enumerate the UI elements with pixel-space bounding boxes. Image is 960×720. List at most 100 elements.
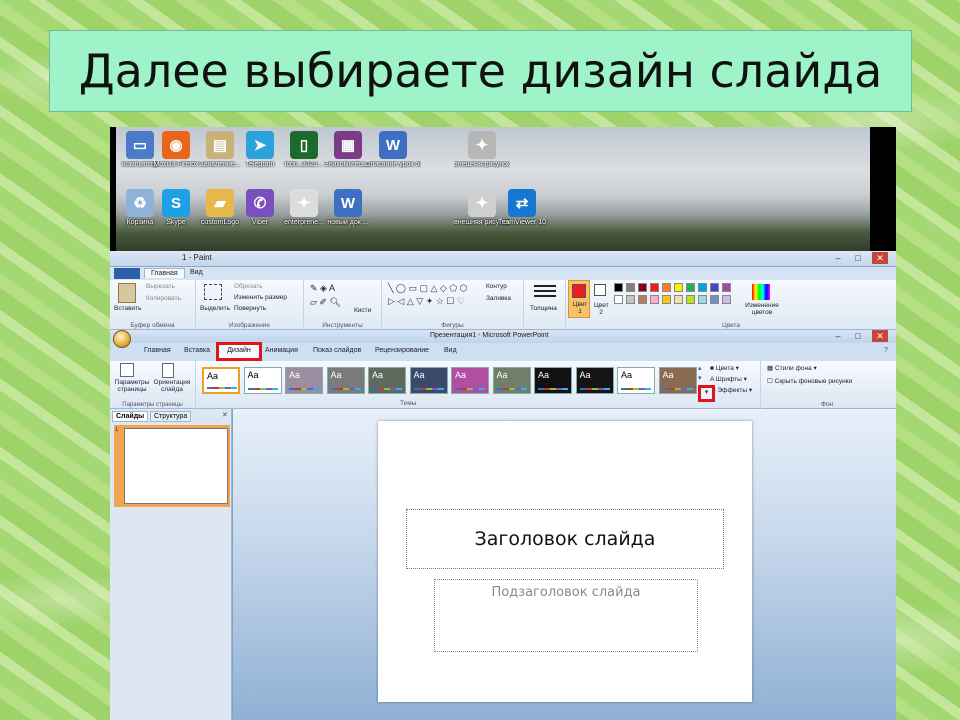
tab-review[interactable]: Рецензирование — [375, 347, 429, 354]
palette-swatch[interactable] — [614, 295, 623, 304]
desktop-icon[interactable]: ⇄ TeamViewer 10 — [494, 189, 550, 226]
rotate-button[interactable]: Повернуть — [234, 305, 266, 312]
tab-home[interactable]: Главная — [144, 347, 171, 354]
palette-swatch[interactable] — [674, 295, 683, 304]
help-icon[interactable]: ? — [884, 347, 888, 354]
paint-tab-home[interactable]: Главная — [144, 268, 185, 278]
effects-button[interactable]: ◉ Эффекты ▾ — [710, 386, 752, 394]
subtitle-placeholder-text: Подзаголовок слайда — [491, 585, 641, 600]
palette-swatch[interactable] — [650, 283, 659, 292]
desktop-icon[interactable]: W Описание урок обра... — [365, 131, 421, 168]
fill-button[interactable]: Заливка — [486, 295, 511, 302]
palette-swatch[interactable] — [614, 283, 623, 292]
subtitle-placeholder[interactable]: Подзаголовок слайда — [434, 579, 698, 652]
theme-thumbnail[interactable]: Aa — [368, 367, 406, 394]
colors-button[interactable]: ■ Цвета ▾ — [710, 364, 739, 372]
color1-button[interactable]: Цвет 1 — [568, 280, 590, 318]
colors-group: Цвет 1 Цвет 2 Изменение цветов Цвета — [566, 280, 896, 330]
slide-background: Далее выбираете дизайн слайда ▭ Компьютер… — [0, 0, 960, 720]
minimize-icon[interactable]: – — [830, 252, 846, 264]
desktop-icon[interactable]: Wновый док ... — [320, 189, 376, 226]
shapes-gallery-row2[interactable]: ▷ ◁ △ ▽ ✦ ☆ ☐ ♡ — [388, 296, 465, 307]
theme-thumbnail[interactable]: Aa — [202, 367, 240, 394]
shapes-gallery[interactable]: ╲ ◯ ▭ ▢ △ ◇ ⬠ ⬡ — [388, 283, 468, 294]
size-button[interactable]: Толщина — [530, 305, 557, 312]
tab-slideshow[interactable]: Показ слайдов — [313, 347, 361, 354]
pencil-icon[interactable]: ✎ ◈ A — [310, 283, 335, 294]
edit-colors-icon — [752, 284, 770, 300]
size-group: Толщина — [524, 280, 566, 330]
palette-swatch[interactable] — [722, 295, 731, 304]
close-pane-icon[interactable]: ✕ — [222, 411, 228, 419]
desktop-icon[interactable]: ✦ внешняя рисунок... — [454, 131, 510, 168]
scroll-down-icon[interactable]: ▾ — [698, 374, 702, 382]
tab-outline[interactable]: Структура — [150, 411, 192, 422]
palette-swatch[interactable] — [638, 295, 647, 304]
hide-background-checkbox[interactable]: ☐ Скрыть фоновые рисунки — [767, 377, 852, 385]
palette-swatch[interactable] — [662, 295, 671, 304]
theme-thumbnail[interactable]: Aa — [658, 367, 697, 394]
palette-swatch[interactable] — [686, 283, 695, 292]
maximize-icon[interactable]: □ — [850, 252, 866, 264]
palette-swatch[interactable] — [626, 283, 635, 292]
palette-swatch[interactable] — [626, 295, 635, 304]
palette-swatch[interactable] — [662, 283, 671, 292]
edit-colors-button[interactable]: Изменение цветов — [740, 302, 784, 316]
copy-button[interactable]: Копировать — [146, 295, 181, 302]
office-button[interactable] — [113, 330, 131, 348]
crop-button[interactable]: Обрезать — [234, 283, 263, 290]
palette-swatch[interactable] — [674, 283, 683, 292]
palette-swatch[interactable] — [650, 295, 659, 304]
title-placeholder[interactable]: Заголовок слайда — [406, 509, 724, 569]
minimize-icon[interactable]: – — [830, 330, 846, 342]
tab-slides[interactable]: Слайды — [112, 411, 149, 422]
close-icon[interactable]: ✕ — [872, 330, 888, 342]
tab-view[interactable]: Вид — [444, 347, 457, 354]
palette-swatch[interactable] — [722, 283, 731, 292]
paint-menu-button[interactable] — [114, 268, 140, 279]
eraser-icon[interactable]: ▱ ✐ 🔍︎ — [310, 297, 341, 308]
paste-button[interactable]: Вставить — [114, 305, 142, 312]
tab-insert[interactable]: Вставка — [184, 347, 210, 354]
scroll-up-icon[interactable]: ▴ — [698, 364, 702, 372]
theme-thumbnail[interactable]: Aa — [492, 367, 531, 394]
firefox-icon: ◉ — [162, 131, 190, 159]
palette-swatch[interactable] — [710, 283, 719, 292]
maximize-icon[interactable]: □ — [850, 330, 866, 342]
theme-thumbnail[interactable]: Aa — [534, 367, 572, 394]
theme-thumbnail[interactable]: Aa — [575, 367, 614, 394]
slide-thumbnail-selected[interactable]: 1 — [114, 425, 230, 507]
title-placeholder-text: Заголовок слайда — [474, 528, 656, 550]
slide[interactable]: Заголовок слайда Подзаголовок слайда — [378, 421, 752, 702]
theme-thumbnail[interactable]: Aa — [285, 367, 323, 394]
close-icon[interactable]: ✕ — [872, 252, 888, 264]
background-styles-button[interactable]: ▦ Стили фона ▾ — [767, 364, 817, 372]
paint-tab-view[interactable]: Вид — [184, 268, 209, 277]
theme-thumbnail[interactable]: Aa — [326, 367, 365, 394]
more-themes-button[interactable]: ▾ — [698, 385, 715, 402]
palette-swatch[interactable] — [698, 295, 707, 304]
tab-design[interactable]: Дизайн — [216, 342, 262, 361]
palette-swatch[interactable] — [686, 295, 695, 304]
fonts-button[interactable]: A Шрифты ▾ — [710, 375, 747, 383]
color2-swatch[interactable] — [594, 284, 606, 296]
resize-button[interactable]: Изменить размер — [234, 294, 287, 301]
theme-thumbnail[interactable]: Aa — [243, 367, 282, 394]
palette-swatch[interactable] — [698, 283, 707, 292]
page-setup-button[interactable]: Параметры страницы — [114, 379, 150, 393]
outline-button[interactable]: Контур — [486, 283, 507, 290]
brushes-button[interactable]: Кисти — [354, 307, 371, 314]
select-button[interactable]: Выделить — [200, 305, 230, 312]
theme-thumbnail[interactable]: Aa — [451, 367, 489, 394]
paint-tab-bar: Главная Вид — [110, 267, 896, 280]
theme-color-bars — [372, 388, 402, 390]
theme-thumbnail[interactable]: Aa — [617, 367, 655, 394]
orientation-button[interactable]: Ориентация слайда — [152, 379, 192, 393]
shapes-group-label: Фигуры — [441, 322, 464, 329]
palette-swatch[interactable] — [638, 283, 647, 292]
cut-button[interactable]: Вырезать — [146, 283, 175, 290]
tab-animation[interactable]: Анимация — [265, 347, 298, 354]
palette-swatch[interactable] — [710, 295, 719, 304]
theme-thumbnail[interactable]: Aa — [409, 367, 448, 394]
theme-color-bars — [455, 388, 485, 390]
